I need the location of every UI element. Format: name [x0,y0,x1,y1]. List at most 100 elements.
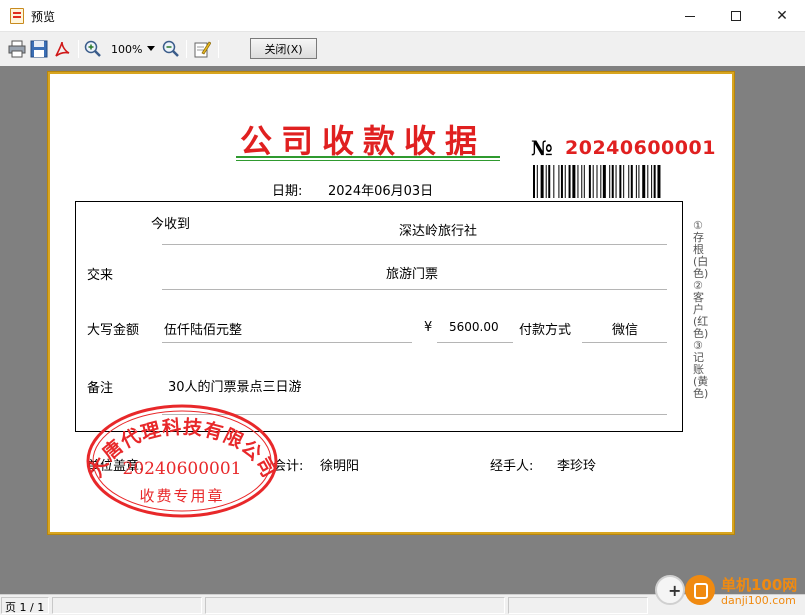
zoom-out-icon [162,40,179,57]
accountant-value: 徐明阳 [320,459,360,474]
payment-method-value: 微信 [612,323,639,338]
reason-value: 旅游门票 [386,267,439,282]
page-indicator: 页 1 / 1 [1,597,49,614]
barcode-bar [592,165,594,198]
save-icon [30,40,48,58]
zoom-in-button[interactable] [82,38,104,60]
underline [162,289,667,290]
currency-symbol: ¥ [424,320,433,335]
received-from-label: 今收到 [151,217,191,232]
minimize-icon [685,15,695,17]
barcode-bar [657,165,661,198]
underline [437,342,513,343]
remark-value: 30人的门票景点三日游 [168,380,302,395]
zoom-value: 100% [111,42,143,56]
maximize-icon [731,11,741,21]
barcode-bar [536,165,538,198]
barcode-bar [581,165,583,198]
stamp-purpose: 收费专用章 [139,487,224,505]
barcode-bar [602,165,606,198]
amount-words-label: 大写金额 [87,323,140,338]
zoom-in-icon [84,40,101,57]
close-icon: ✕ [776,8,788,24]
barcode-bar [623,165,625,198]
barcode-bar [615,165,617,198]
barcode-bar [600,165,602,198]
window-title: 预览 [31,10,56,24]
underline [162,414,667,415]
amount-words-value: 伍仟陆佰元整 [164,323,243,338]
app-icon [10,8,24,24]
accountant-label: 会计: [273,459,304,474]
date-label: 日期: [272,184,303,199]
received-from-value: 深达岭旅行社 [399,224,478,239]
print-button[interactable] [6,38,28,60]
minimize-button[interactable] [667,0,713,32]
barcode-bar [572,165,576,198]
barcode-bar [560,165,563,198]
save-button[interactable] [28,38,50,60]
toolbar: 100% 关闭(X) [0,36,805,64]
zoom-out-button[interactable] [160,38,182,60]
barcode-bar [553,165,555,198]
status-cell [52,597,202,614]
maximize-button[interactable] [713,0,759,32]
barcode-bar [611,165,614,198]
date-value: 2024年06月03日 [328,184,434,199]
watermark-logo-icon: + [655,575,685,605]
barcode-bar [540,165,544,198]
pdf-icon [55,41,70,57]
barcode [533,165,661,198]
handler-value: 李珍玲 [557,459,597,474]
toolbar-separator [186,40,187,58]
barcode-bar [630,165,633,198]
receipt-page: 公司收款收据 № 20240600001 日期: 2024年06月03日 今收到… [48,72,734,534]
chevron-down-icon [147,46,155,51]
close-window-button[interactable]: ✕ [759,0,805,32]
watermark-url: danji100.com [721,594,796,607]
remark-label: 备注 [87,381,114,396]
barcode-bar [638,165,640,198]
status-cell [205,597,505,614]
payment-method-label: 付款方式 [519,323,572,338]
barcode-bar [588,165,591,198]
barcode-bar [609,165,611,198]
close-preview-button[interactable]: 关闭(X) [250,38,317,59]
barcode-bar [564,165,566,198]
underline [162,342,412,343]
receipt-number: 20240600001 [565,137,716,159]
barcode-bar [628,165,630,198]
barcode-bar [619,165,622,198]
toolbar-separator [78,40,79,58]
title-underline [236,156,500,158]
export-pdf-button[interactable] [51,38,73,60]
barcode-bar [596,165,598,198]
edit-button[interactable] [191,38,213,60]
status-cell [508,597,648,614]
watermark-name: 单机100网 [721,576,798,594]
barcode-bar [583,165,585,198]
barcode-bar [558,165,560,198]
receipt-details-box: 今收到 深达岭旅行社 交来 旅游门票 大写金额 伍仟陆佰元整 ¥ 5600.00… [75,201,683,432]
barcode-bar [577,165,579,198]
reason-label: 交来 [87,268,114,283]
barcode-bar [568,165,571,198]
handler-label: 经手人: [490,459,534,474]
barcode-bar [651,165,653,198]
zoom-select[interactable]: 100% [108,40,158,58]
toolbar-separator [218,40,219,58]
number-symbol: № [531,136,553,160]
print-icon [8,40,26,58]
site-watermark: + 单机100网 danji100.com [651,570,805,615]
amount-value: 5600.00 [449,320,499,334]
barcode-bar [647,165,649,198]
copy-distribution-note: ①存根(白色) ②客户(红色) ③记账(黄色) [693,219,709,400]
preview-viewport[interactable]: 公司收款收据 № 20240600001 日期: 2024年06月03日 今收到… [0,66,805,594]
barcode-bar [635,165,637,198]
barcode-bar [548,165,551,198]
edit-icon [194,41,211,58]
barcode-bar [533,165,535,198]
underline [582,342,667,343]
title-underline [236,160,500,161]
seal-label: 单位盖章: [87,459,144,474]
